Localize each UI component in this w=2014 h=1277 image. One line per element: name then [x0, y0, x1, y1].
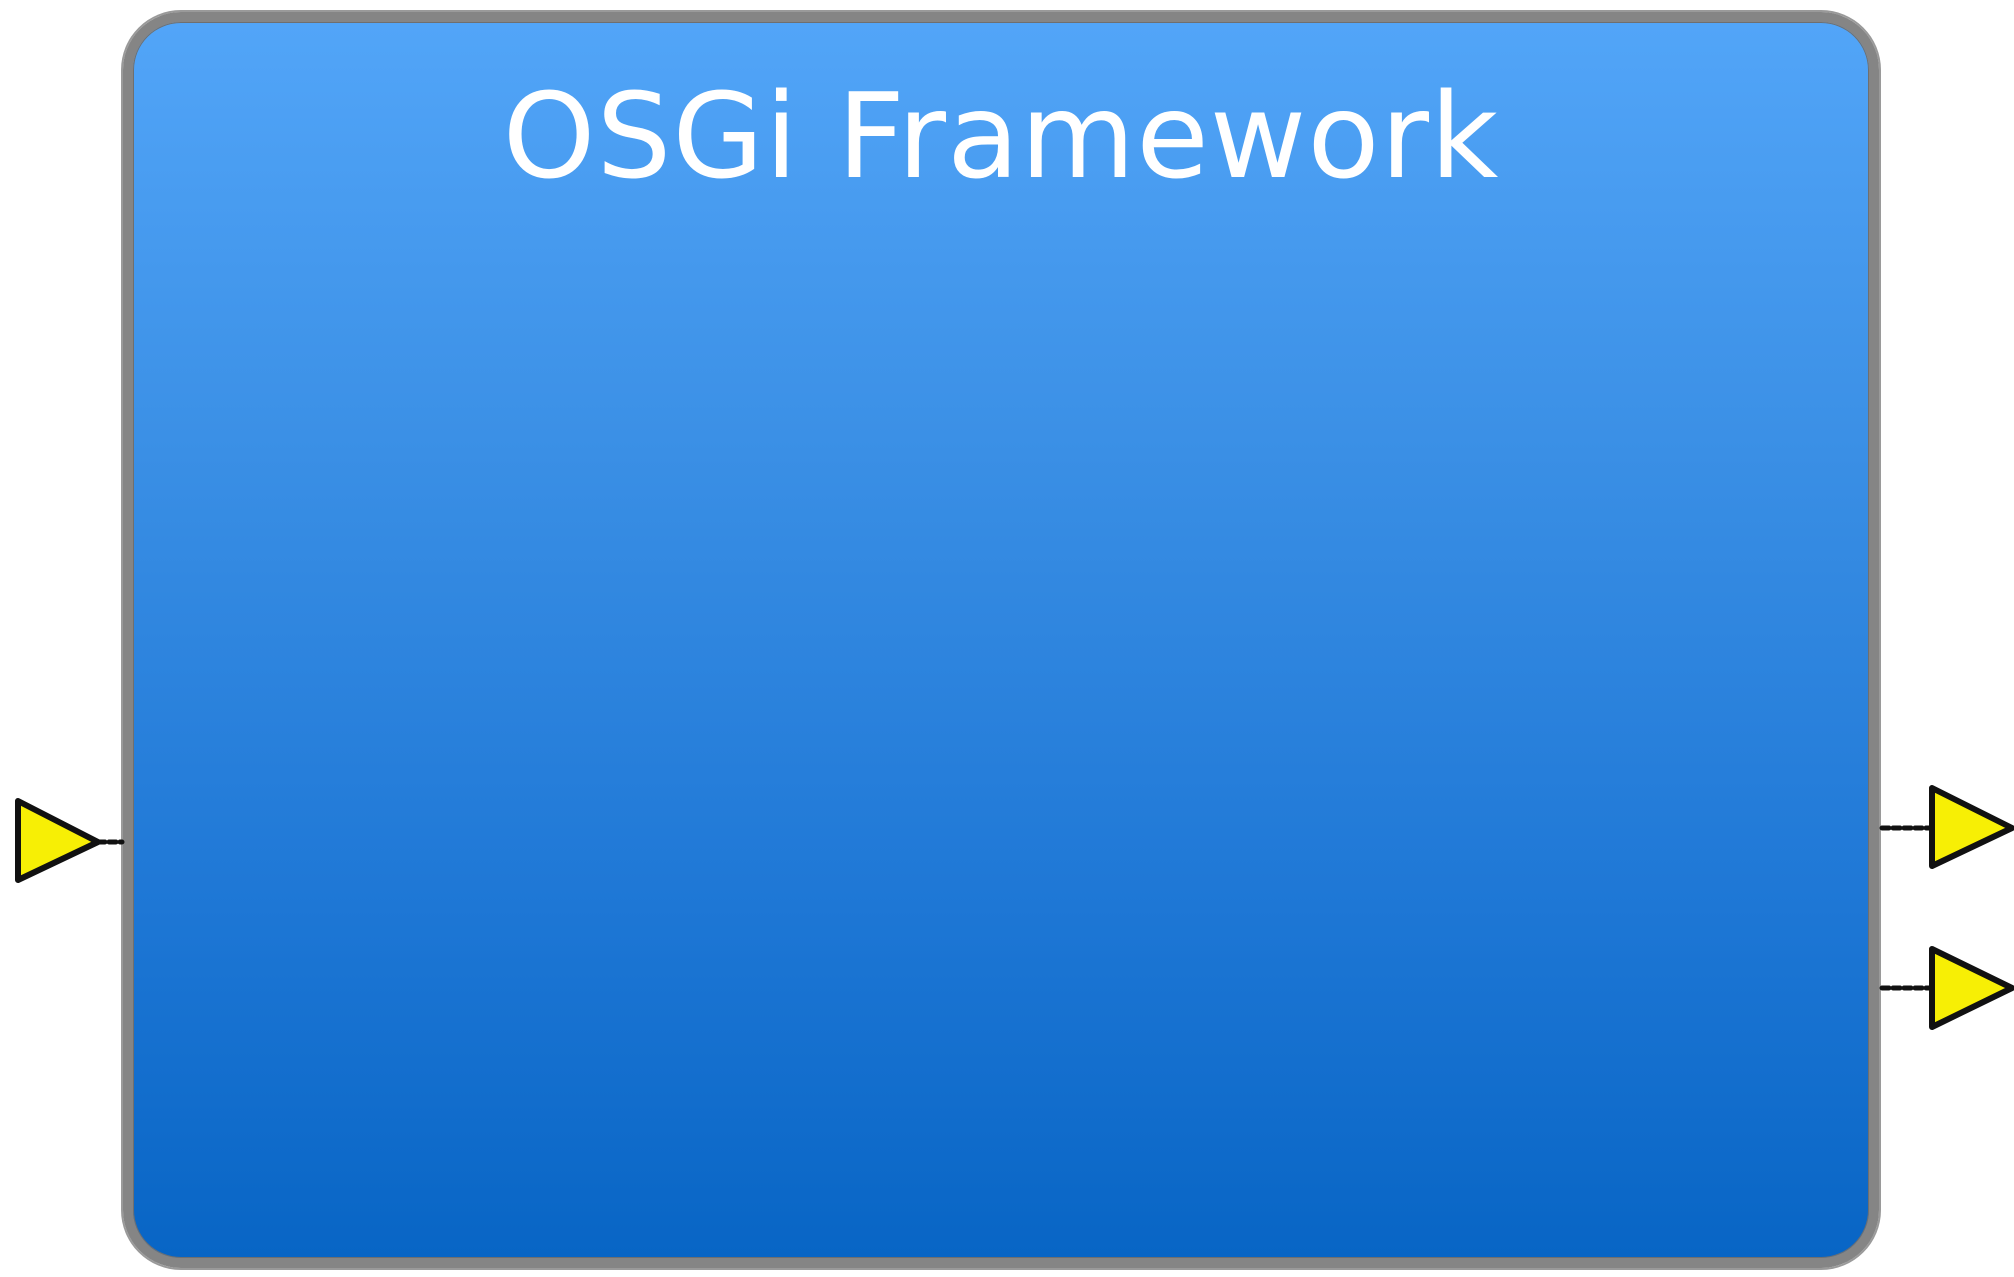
framework-title: OSGi Framework	[502, 67, 1500, 205]
diagram-canvas: OSGi Framework	[0, 0, 2014, 1277]
right-output-connector-top	[1879, 785, 2014, 869]
right-output-bottom-triangle-icon	[1929, 946, 2014, 1030]
left-input-connector	[15, 798, 125, 883]
left-input-triangle-icon	[15, 798, 101, 883]
right-output-top-triangle-icon	[1929, 785, 2014, 869]
right-output-connector-bottom	[1879, 946, 2014, 1030]
osgi-framework-box: OSGi Framework	[123, 12, 1879, 1268]
